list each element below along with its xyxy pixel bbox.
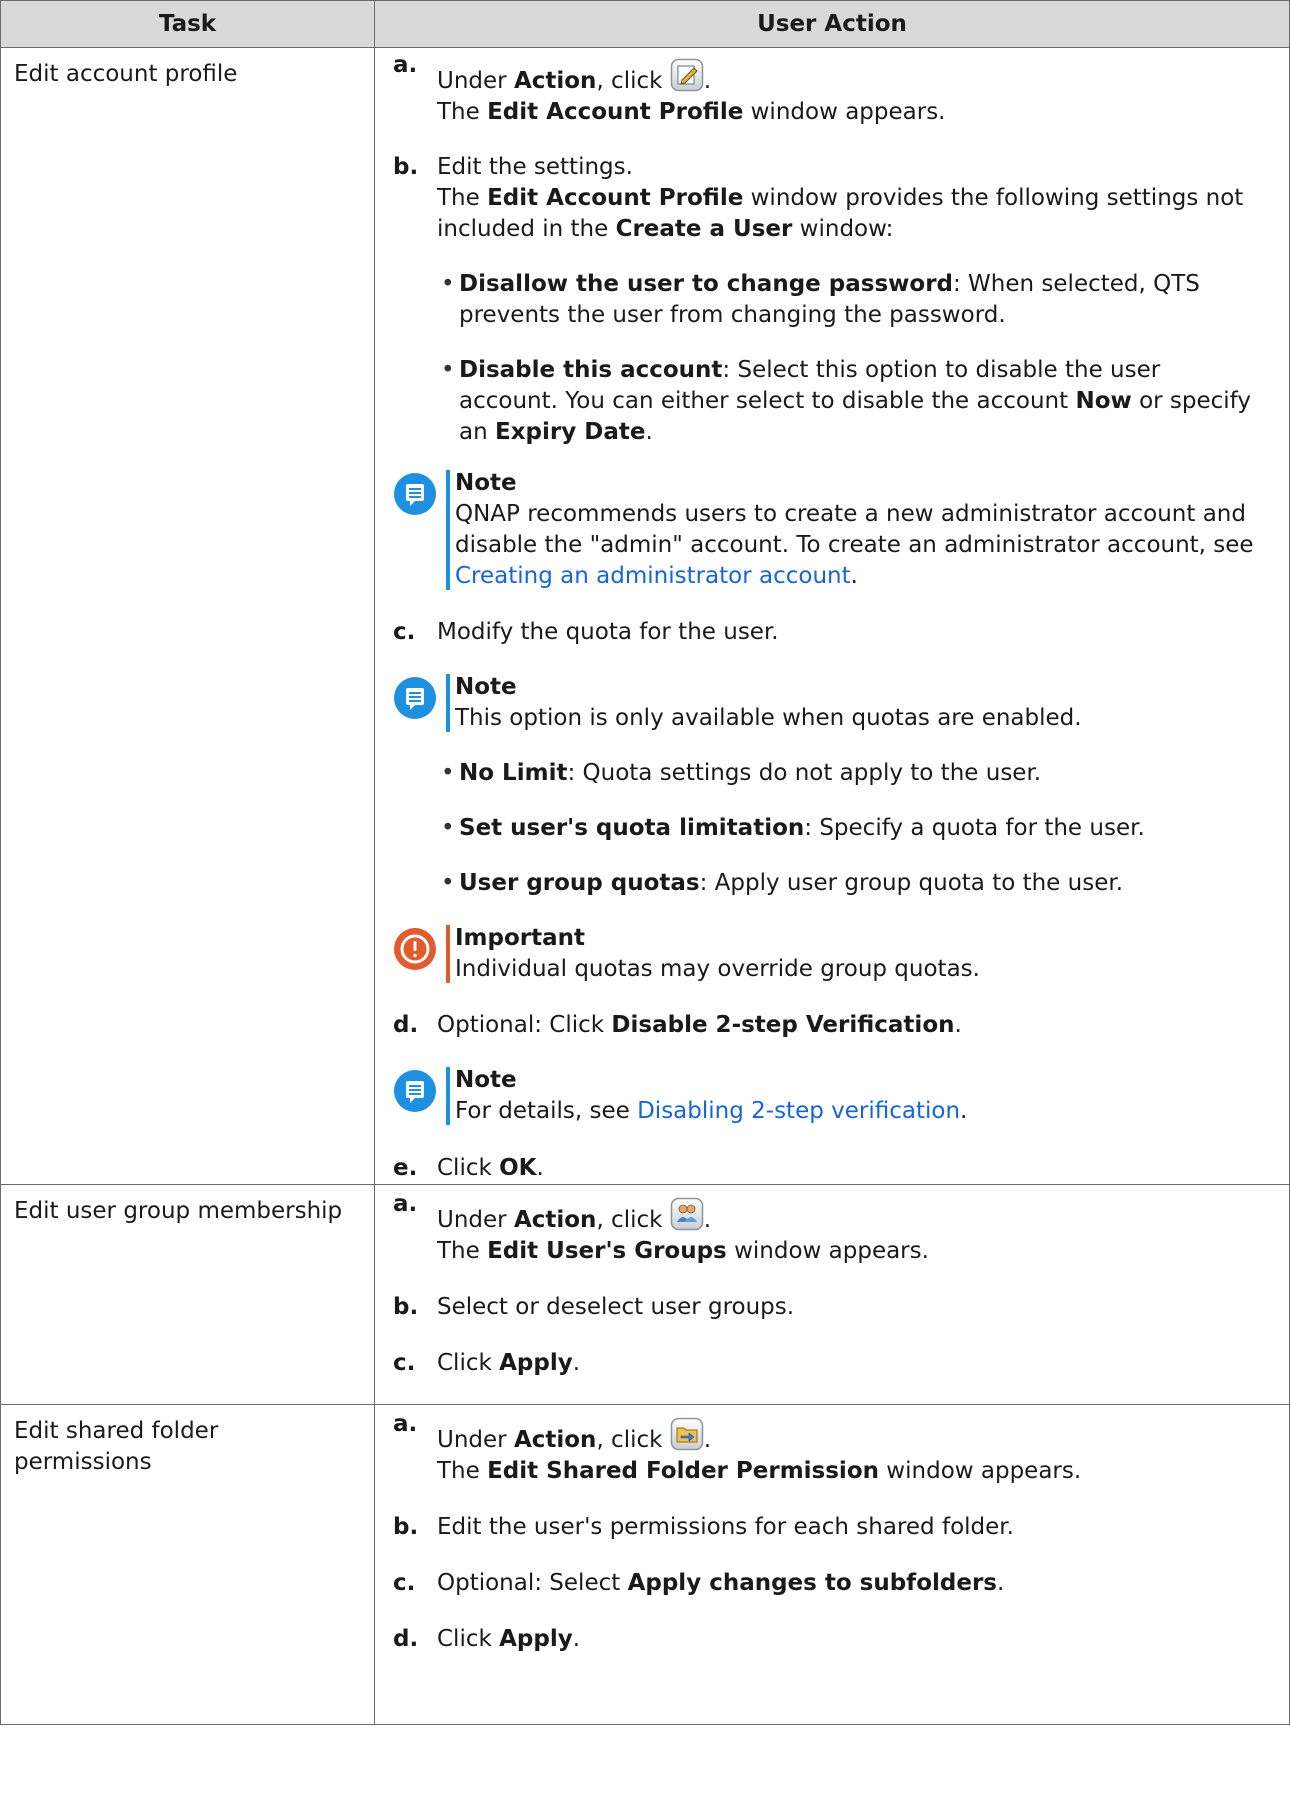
important-heading: Important [455,925,586,951]
table-row: Edit user group membership a. Under Acti… [0,1184,1290,1405]
step-label: a. [393,1191,418,1217]
creating-admin-account-link[interactable]: Creating an administrator account [455,563,851,589]
step-d: d. Click Apply. [375,1624,1289,1655]
header-user-action: User Action [374,0,1290,48]
step-a: a. Under Action, click . The Edit Accoun… [393,52,946,125]
user-groups-icon [670,1197,704,1231]
task-cell: Edit shared folder permissions [0,1404,375,1725]
list-item: • User group quotas: Apply user group quo… [441,870,1124,896]
table-row: Edit shared folder permissions a. Under … [0,1404,1290,1725]
step-label: b. [393,1294,419,1320]
step-label: e. [393,1155,418,1181]
note-box: Note QNAP recommends users to create a n… [393,468,1289,592]
user-actions-table: Task User Action Edit account profile a.… [0,0,1290,1725]
note-box: Note For details, see Disabling 2-step v… [393,1065,1289,1127]
note-box: Note This option is only available when … [393,672,1289,734]
list-item: • Disable this account: Select this optio… [441,357,1251,445]
quota-options: • No Limit: Quota settings do not apply t… [375,758,1289,899]
step-a: a. Under Action, click . The Edit User's… [393,1191,929,1264]
step-c: c. Modify the quota for the user. [375,617,1289,648]
note-heading: Note [455,470,517,496]
important-icon [394,928,436,970]
step-b: b. Edit the user's permissions for each … [375,1512,1289,1543]
step-b: b. Edit the settings. The Edit Account P… [375,152,1289,448]
important-box: Important Individual quotas may override… [393,923,1289,985]
quota-list: • No Limit: Quota settings do not apply t… [437,758,1265,899]
step-c: c. Optional: Select Apply changes to sub… [375,1568,1289,1599]
table-row: Edit account profile a. Under Action, cl… [0,47,1290,1185]
note-icon [394,473,436,515]
step-e: e. Click OK. [375,1153,1289,1184]
note-icon [394,1070,436,1112]
list-item: • Disallow the user to change password: W… [441,271,1200,328]
step-label: b. [393,1514,419,1540]
action-cell: a. Under Action, click . The Edit Shared… [374,1404,1290,1725]
task-cell: Edit user group membership [0,1184,375,1405]
settings-list: • Disallow the user to change password: W… [437,269,1265,448]
step-label: c. [393,1570,416,1596]
step-label: d. [393,1012,419,1038]
action-cell: a. Under Action, click . The Edit User's… [374,1184,1290,1405]
action-cell: a. Under Action, click . The Edit Accoun… [374,47,1290,1185]
step-label: a. [393,52,418,78]
header-task: Task [0,0,375,48]
step-c: c. Click Apply. [375,1348,1289,1379]
disabling-2step-link[interactable]: Disabling 2-step verification [637,1098,960,1124]
shared-folder-icon [670,1417,704,1451]
step-label: c. [393,619,416,645]
edit-pencil-icon [670,58,704,92]
step-a: a. Under Action, click . The Edit Shared… [393,1411,1082,1484]
step-label: d. [393,1626,419,1652]
task-cell: Edit account profile [0,47,375,1185]
step-label: b. [393,154,419,180]
list-item: • No Limit: Quota settings do not apply t… [441,760,1042,786]
step-b: b. Select or deselect user groups. [375,1292,1289,1323]
table-header-row: Task User Action [0,0,1290,48]
step-label: c. [393,1350,416,1376]
list-item: • Set user's quota limitation: Specify a … [441,815,1145,841]
note-heading: Note [455,1067,517,1093]
note-icon [394,677,436,719]
note-heading: Note [455,674,517,700]
step-d: d. Optional: Click Disable 2-step Verifi… [375,1010,1289,1041]
step-label: a. [393,1411,418,1437]
action-column-name: Action [513,68,597,94]
